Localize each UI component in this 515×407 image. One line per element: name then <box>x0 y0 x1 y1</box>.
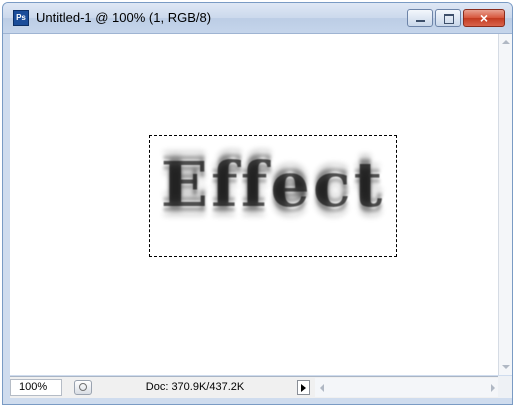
horizontal-scrollbar[interactable] <box>315 378 500 397</box>
status-toggle-icon <box>79 383 87 391</box>
maximize-icon <box>444 14 454 24</box>
close-button[interactable]: × <box>463 9 505 27</box>
zoom-level-field[interactable]: 100% <box>10 379 62 396</box>
photoshop-app-icon: Ps <box>13 10 29 26</box>
app-icon-label: Ps <box>16 13 26 22</box>
minimize-button[interactable] <box>407 9 433 27</box>
close-icon: × <box>479 10 489 26</box>
status-bar: 100% Doc: 370.9K/437.2K <box>10 376 510 398</box>
status-info-button[interactable] <box>74 380 92 395</box>
marquee-selection[interactable]: Effect <box>149 135 397 257</box>
title-bar[interactable]: Ps Untitled-1 @ 100% (1, RGB/8) × <box>3 3 512 34</box>
status-menu-button[interactable] <box>297 380 310 395</box>
minimize-icon <box>416 20 425 22</box>
play-arrow-icon <box>301 384 306 392</box>
window-title: Untitled-1 @ 100% (1, RGB/8) <box>36 10 212 25</box>
vertical-scrollbar[interactable] <box>498 34 512 375</box>
document-canvas[interactable]: Effect <box>10 34 498 375</box>
scroll-left-arrow-icon[interactable] <box>320 384 324 392</box>
scroll-up-arrow-icon[interactable] <box>502 40 510 44</box>
canvas-effect-text: Effect <box>160 148 386 221</box>
scroll-right-arrow-icon[interactable] <box>491 384 495 392</box>
scroll-down-arrow-icon[interactable] <box>502 365 510 369</box>
document-size-info: Doc: 370.9K/437.2K <box>145 381 245 393</box>
maximize-button[interactable] <box>435 9 461 27</box>
document-window: Ps Untitled-1 @ 100% (1, RGB/8) × Effect… <box>2 2 513 405</box>
resize-grip[interactable] <box>498 376 512 398</box>
